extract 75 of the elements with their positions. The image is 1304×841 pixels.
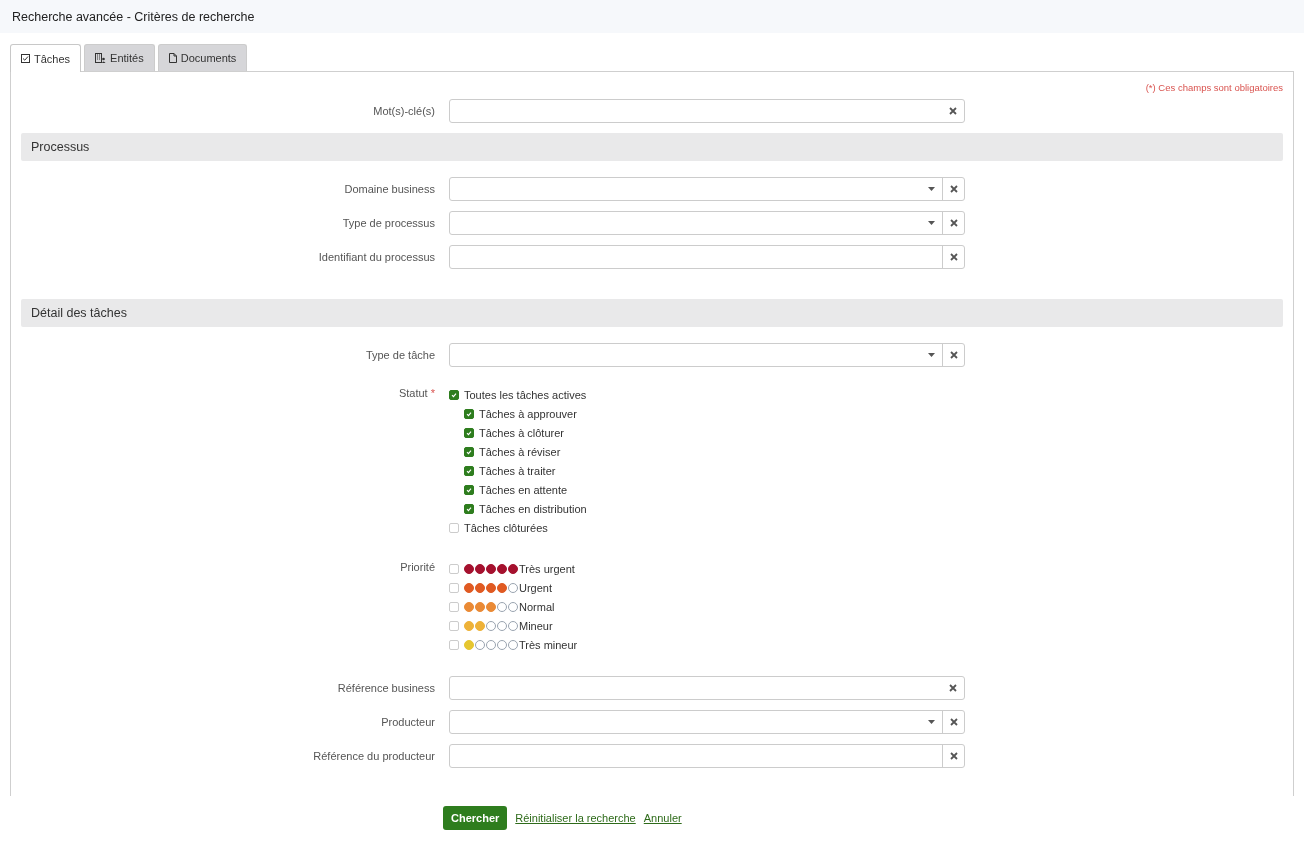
- filled-dot-icon: [497, 563, 507, 574]
- field-label: Référence business: [336, 682, 435, 694]
- checkbox-label[interactable]: Très mineur: [519, 638, 578, 651]
- tab[interactable]: Tâches: [10, 44, 82, 72]
- checkbox[interactable]: [464, 484, 474, 495]
- clear-icon: [949, 752, 958, 760]
- field-label: Statut: [398, 387, 428, 399]
- filled-dot-icon: [486, 601, 496, 612]
- dropdown-field[interactable]: [449, 710, 965, 734]
- section-header: Détail des tâches: [21, 299, 1283, 327]
- filled-dot-icon: [497, 582, 507, 593]
- document-icon: [168, 53, 177, 63]
- filled-dot-icon: [464, 563, 474, 574]
- field-label: Mot(s)-clé(s): [372, 105, 435, 117]
- checkbox[interactable]: [449, 389, 459, 400]
- filled-dot-icon: [475, 601, 485, 612]
- clear-icon: [949, 253, 958, 261]
- checkbox[interactable]: [464, 465, 474, 476]
- tab[interactable]: Documents: [157, 44, 248, 71]
- checkbox[interactable]: [464, 408, 474, 419]
- link[interactable]: Réinitialiser la recherche: [515, 812, 636, 824]
- checkbox-label[interactable]: Tâches à traiter: [479, 464, 556, 477]
- filled-dot-icon: [508, 563, 518, 574]
- checkbox-label[interactable]: Très urgent: [519, 562, 575, 575]
- checkbox-label[interactable]: Toutes les tâches actives: [464, 388, 587, 401]
- field-label: Identifiant du processus: [317, 251, 435, 263]
- checkbox-label[interactable]: Tâches en distribution: [479, 502, 587, 515]
- checkbox[interactable]: [464, 503, 474, 514]
- filled-dot-icon: [475, 582, 485, 593]
- input-field[interactable]: [449, 676, 965, 700]
- filled-dot-icon: [464, 620, 474, 631]
- checkbox-label[interactable]: Mineur: [519, 619, 553, 632]
- field-label: Priorité: [399, 560, 435, 575]
- section-header: Processus: [21, 133, 1283, 161]
- tab[interactable]: Entités: [84, 44, 155, 71]
- clear-icon: [949, 219, 958, 227]
- filled-dot-icon: [464, 601, 474, 612]
- required-note: (*) Ces champs sont obligatoires: [1144, 81, 1283, 95]
- dropdown-field[interactable]: [449, 343, 965, 367]
- filled-dot-icon: [486, 582, 496, 593]
- link[interactable]: Annuler: [643, 812, 682, 824]
- checkbox-icon: [21, 54, 30, 63]
- input-field[interactable]: [449, 245, 965, 269]
- checkbox-label[interactable]: Urgent: [519, 581, 553, 594]
- checkbox-label[interactable]: Tâches à réviser: [479, 445, 561, 458]
- clear-icon: [949, 351, 958, 359]
- checkbox-label[interactable]: Tâches à approuver: [479, 407, 577, 420]
- dropdown-field[interactable]: [449, 211, 965, 235]
- field-label: Référence du producteur: [312, 750, 435, 762]
- clear-icon: [949, 185, 958, 193]
- checkbox-label[interactable]: Normal: [519, 600, 555, 613]
- filled-dot-icon: [464, 639, 474, 650]
- clear-icon: [949, 107, 957, 115]
- window-title: Recherche avancée - Critères de recherche: [12, 9, 255, 24]
- filled-dot-icon: [486, 563, 496, 574]
- filled-dot-icon: [475, 563, 485, 574]
- input-field[interactable]: [449, 744, 965, 768]
- field-label: Producteur: [380, 716, 435, 728]
- field-label: Type de processus: [341, 217, 435, 229]
- clear-icon: [949, 684, 957, 692]
- filled-dot-icon: [475, 620, 485, 631]
- required-mark: *: [430, 387, 435, 399]
- search-button[interactable]: Chercher: [443, 806, 508, 830]
- building-icon: [95, 53, 107, 63]
- checkbox-label[interactable]: Tâches en attente: [479, 483, 568, 496]
- clear-icon: [949, 718, 958, 726]
- field-label: Type de tâche: [364, 349, 435, 361]
- input-field[interactable]: [449, 99, 965, 123]
- filled-dot-icon: [464, 582, 474, 593]
- dropdown-field[interactable]: [449, 177, 965, 201]
- checkbox[interactable]: [464, 427, 474, 438]
- field-label: Domaine business: [343, 183, 435, 195]
- checkbox[interactable]: [464, 446, 474, 457]
- checkbox-label[interactable]: Tâches à clôturer: [479, 426, 564, 439]
- checkbox-label[interactable]: Tâches clôturées: [464, 521, 548, 534]
